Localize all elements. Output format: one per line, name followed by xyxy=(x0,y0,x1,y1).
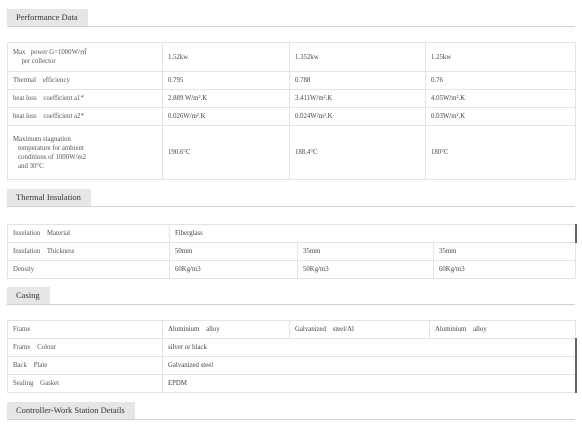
cell-value: 50mm xyxy=(169,242,298,261)
casing-section-header: Casing xyxy=(7,287,575,305)
row-label: heat loss coefficient a2* xyxy=(7,107,163,126)
cell-value: 60Kg/m3 xyxy=(433,260,576,279)
cell-value: 0.76 xyxy=(425,71,576,90)
cell-value: Fiberglass xyxy=(169,224,577,243)
insulation-table: Insulation Material Fiberglass Insulatio… xyxy=(7,224,577,279)
cell-value: 1.25kw xyxy=(425,42,576,72)
row-label: heat loss coefficient a1* xyxy=(7,89,163,108)
table-row: Insulation Thickness 50mm 35mm 35mm xyxy=(7,242,576,261)
row-label: Frame xyxy=(7,320,163,339)
row-label: Insulation Thickness xyxy=(7,242,170,261)
row-label: Sealing Gasket xyxy=(7,374,163,393)
table-row: Max power G=1000W/㎡ per collector 1.52kw… xyxy=(7,42,576,72)
controller-section-title: Controller-Work Station Details xyxy=(7,402,135,419)
row-label: Insulation Material xyxy=(7,224,170,243)
cell-value: EPDM xyxy=(162,374,577,393)
cell-value: 0.788 xyxy=(289,71,426,90)
table-row: Thermal efficiency 0.795 0.788 0.76 xyxy=(7,71,576,90)
table-row: Sealing Gasket EPDM xyxy=(7,374,577,393)
cell-value: 190.6°C xyxy=(162,125,290,180)
controller-section-header: Controller-Work Station Details xyxy=(7,402,575,420)
table-row: Insulation Material Fiberglass xyxy=(7,224,577,243)
cell-value: 4.05W/m².K xyxy=(425,89,576,108)
cell-value: 0.026W/m².K xyxy=(162,107,290,126)
table-row: Density 60Kg/m3 50Kg/m3 60Kg/m3 xyxy=(7,260,576,279)
row-label: Density xyxy=(7,260,170,279)
cell-value: 180°C xyxy=(425,125,576,180)
cell-value: 3.411W/m².K xyxy=(289,89,426,108)
table-row: Frame Colour silver or black xyxy=(7,338,577,357)
cell-value: Galvanized steel/Al xyxy=(289,320,430,339)
table-row: heat loss coefficient a1* 2.889 W/m².K 3… xyxy=(7,89,576,108)
performance-section-header: Performance Data xyxy=(7,9,575,27)
performance-section-title: Performance Data xyxy=(7,9,88,26)
cell-value: 0.795 xyxy=(162,71,290,90)
casing-table: Frame Aluminium alloy Galvanized steel/A… xyxy=(7,320,577,393)
cell-value: 2.889 W/m².K xyxy=(162,89,290,108)
insulation-section-title: Thermal Insulation xyxy=(7,189,91,206)
cell-value: 0.03W/m².K xyxy=(425,107,576,126)
table-row: heat loss coefficient a2* 0.026W/m².K 0.… xyxy=(7,107,576,126)
cell-value: 1.352kw xyxy=(289,42,426,72)
cell-value: 50Kg/m3 xyxy=(297,260,434,279)
insulation-section-header: Thermal Insulation xyxy=(7,189,575,207)
table-row: Maximum stagnation temperature for ambie… xyxy=(7,125,576,180)
table-row: Frame Aluminium alloy Galvanized steel/A… xyxy=(7,320,576,339)
row-label: Back Plate xyxy=(7,356,163,375)
cell-value: 35mm xyxy=(297,242,434,261)
performance-table: Max power G=1000W/㎡ per collector 1.52kw… xyxy=(7,42,576,180)
row-label: Maximum stagnation temperature for ambie… xyxy=(7,125,163,180)
cell-value: 188.4°C xyxy=(289,125,426,180)
cell-value: Aluminium alloy xyxy=(429,320,576,339)
cell-value: silver or black xyxy=(162,338,577,357)
cell-value: Aluminium alloy xyxy=(162,320,290,339)
cell-value: 1.52kw xyxy=(162,42,290,72)
casing-section-title: Casing xyxy=(7,287,50,304)
cell-value: Galvanized steel xyxy=(162,356,577,375)
row-label: Max power G=1000W/㎡ per collector xyxy=(7,42,163,72)
cell-value: 60Kg/m3 xyxy=(169,260,298,279)
cell-value: 35mm xyxy=(433,242,576,261)
row-label: Frame Colour xyxy=(7,338,163,357)
cell-value: 0.024W/m².K xyxy=(289,107,426,126)
table-row: Back Plate Galvanized steel xyxy=(7,356,577,375)
row-label: Thermal efficiency xyxy=(7,71,163,90)
